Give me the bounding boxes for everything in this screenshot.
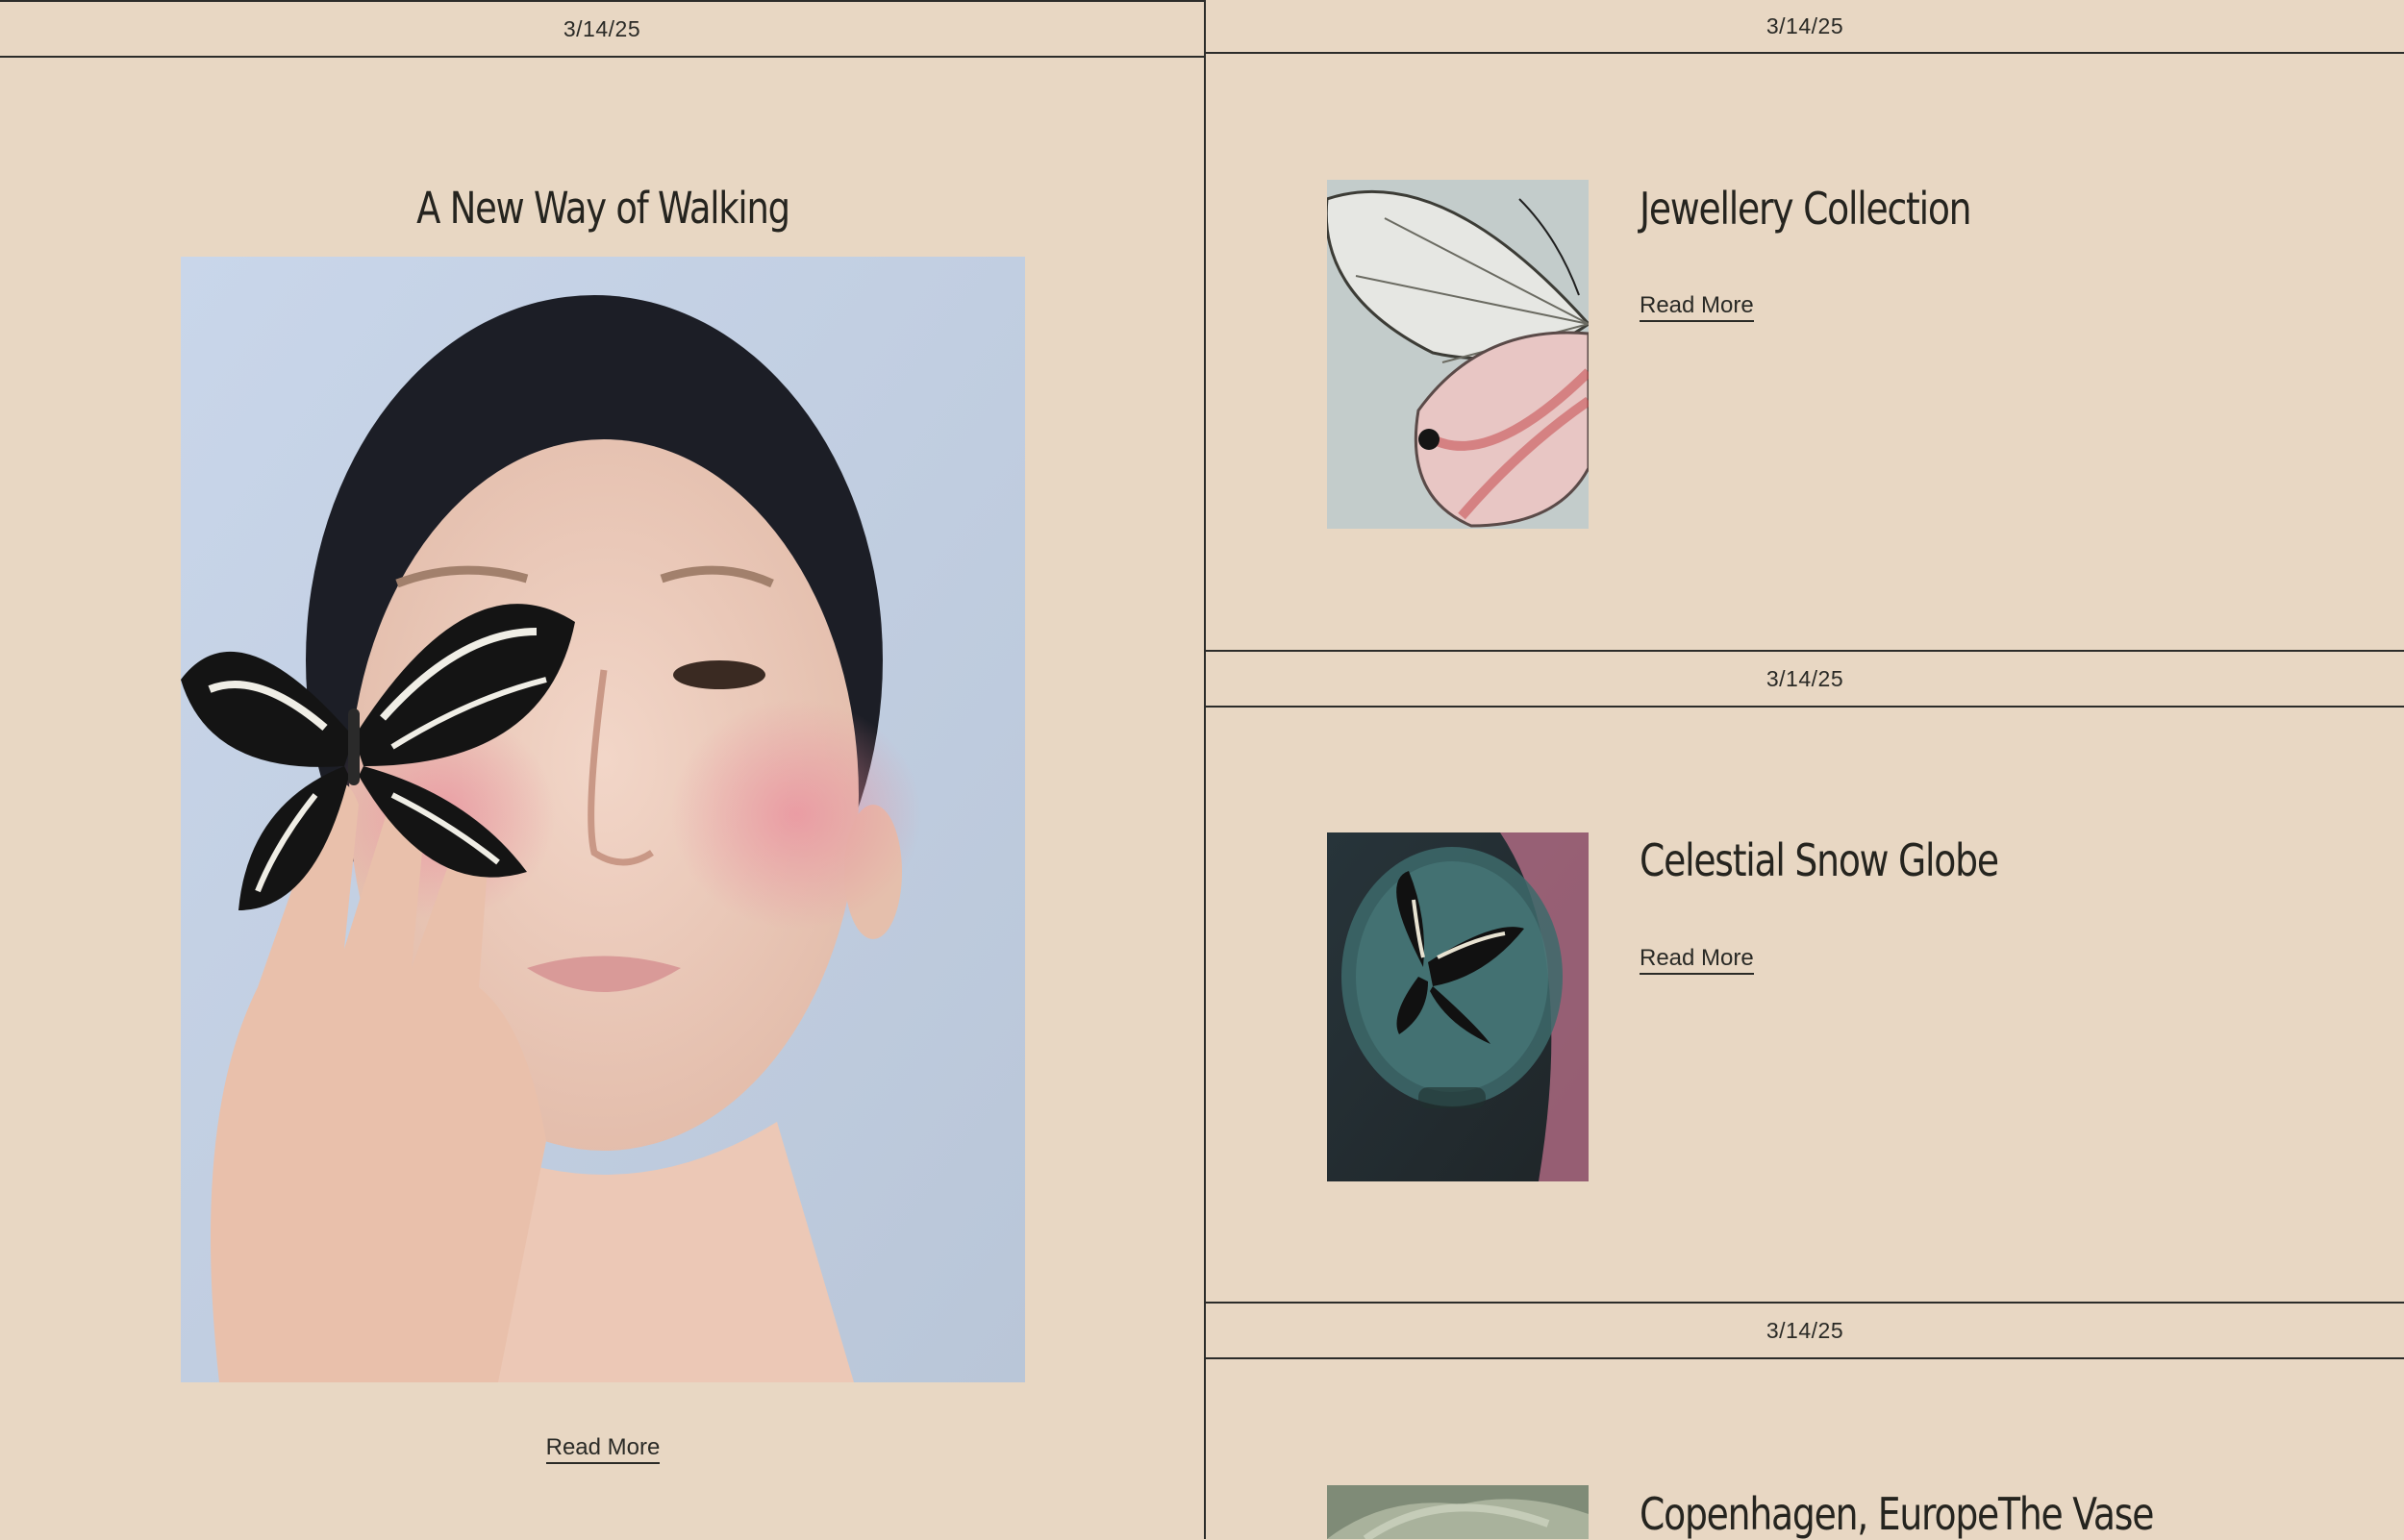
- card-read-more-wrap: Read More: [1640, 292, 1754, 322]
- card-date-bar: 3/14/25: [1206, 0, 2404, 54]
- featured-read-more-link[interactable]: Read More: [545, 1434, 661, 1464]
- card-thumbnail-snow-globe[interactable]: [1327, 832, 1589, 1181]
- featured-article: 3/14/25 A New Way of Walking Read More: [0, 0, 1206, 1539]
- card-title-vase[interactable]: Copenhagen, EuropeThe Vase: [1640, 1488, 2154, 1540]
- article-list: 3/14/25 Jewellery Collection Read More 3…: [1206, 0, 2404, 1540]
- card-date-bar: 3/14/25: [1206, 1302, 2404, 1359]
- card-read-more-link-jewellery[interactable]: Read More: [1640, 292, 1754, 322]
- featured-read-more-wrap: Read More: [0, 1434, 1206, 1464]
- card-title-snow-globe[interactable]: Celestial Snow Globe: [1640, 834, 1999, 886]
- card-date-bar: 3/14/25: [1206, 650, 2404, 708]
- featured-date: 3/14/25: [563, 15, 641, 41]
- featured-image[interactable]: [181, 257, 1025, 1382]
- card-thumbnail-jewellery[interactable]: [1327, 180, 1589, 529]
- featured-title[interactable]: A New Way of Walking: [109, 183, 1097, 234]
- card-date: 3/14/25: [1765, 665, 1844, 691]
- portrait-butterfly-image: [181, 257, 1025, 1382]
- card-date: 3/14/25: [1765, 1317, 1844, 1343]
- card-thumbnail-vase[interactable]: [1327, 1485, 1589, 1539]
- wing-image: [1327, 180, 1589, 529]
- snow-globe-image: [1327, 832, 1589, 1181]
- featured-date-bar: 3/14/25: [0, 0, 1204, 58]
- card-read-more-link-snow-globe[interactable]: Read More: [1640, 945, 1754, 975]
- card-read-more-wrap: Read More: [1640, 945, 1754, 975]
- vase-image: [1327, 1485, 1589, 1539]
- card-title-jewellery[interactable]: Jewellery Collection: [1640, 183, 1972, 235]
- card-date: 3/14/25: [1765, 12, 1844, 38]
